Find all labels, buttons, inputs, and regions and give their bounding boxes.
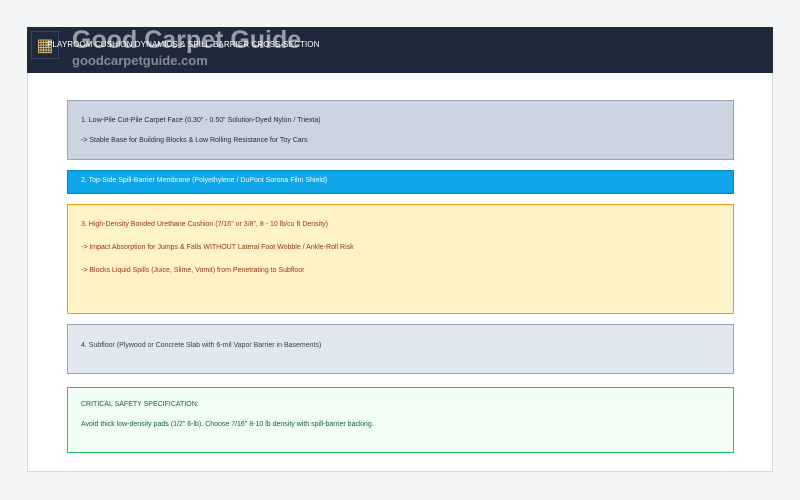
layer-label: 4. Subfloor (Plywood or Concrete Slab wi…	[81, 342, 322, 349]
layer-label: 3. High-Density Bonded Urethane Cushion …	[81, 221, 328, 228]
spec-title: CRITICAL SAFETY SPECIFICATION:	[81, 401, 199, 408]
layer-label: 1. Low-Pile Cut-Pile Carpet Face (0.30" …	[81, 117, 321, 124]
spec-text: Avoid thick low-density pads (1/2" 6-lb)…	[81, 421, 374, 428]
layer-cushion: 3. High-Density Bonded Urethane Cushion …	[67, 204, 734, 314]
layer-note: -> Stable Base for Building Blocks & Low…	[81, 137, 308, 144]
header-bar	[27, 27, 773, 73]
layer-note: -> Impact Absorption for Jumps & Falls W…	[81, 244, 354, 251]
layer-spill-barrier: 2. Top-Side Spill-Barrier Membrane (Poly…	[67, 170, 734, 194]
layer-label: 2. Top-Side Spill-Barrier Membrane (Poly…	[81, 177, 328, 184]
safety-spec-box: CRITICAL SAFETY SPECIFICATION: Avoid thi…	[67, 387, 734, 453]
layer-carpet-face: 1. Low-Pile Cut-Pile Carpet Face (0.30" …	[67, 100, 734, 160]
layer-subfloor: 4. Subfloor (Plywood or Concrete Slab wi…	[67, 324, 734, 374]
layer-note: -> Blocks Liquid Spills (Juice, Slime, V…	[81, 267, 305, 274]
diagram-title: PLAYROOM CUSHION DYNAMICS & SPILL-BARRIE…	[47, 40, 320, 49]
